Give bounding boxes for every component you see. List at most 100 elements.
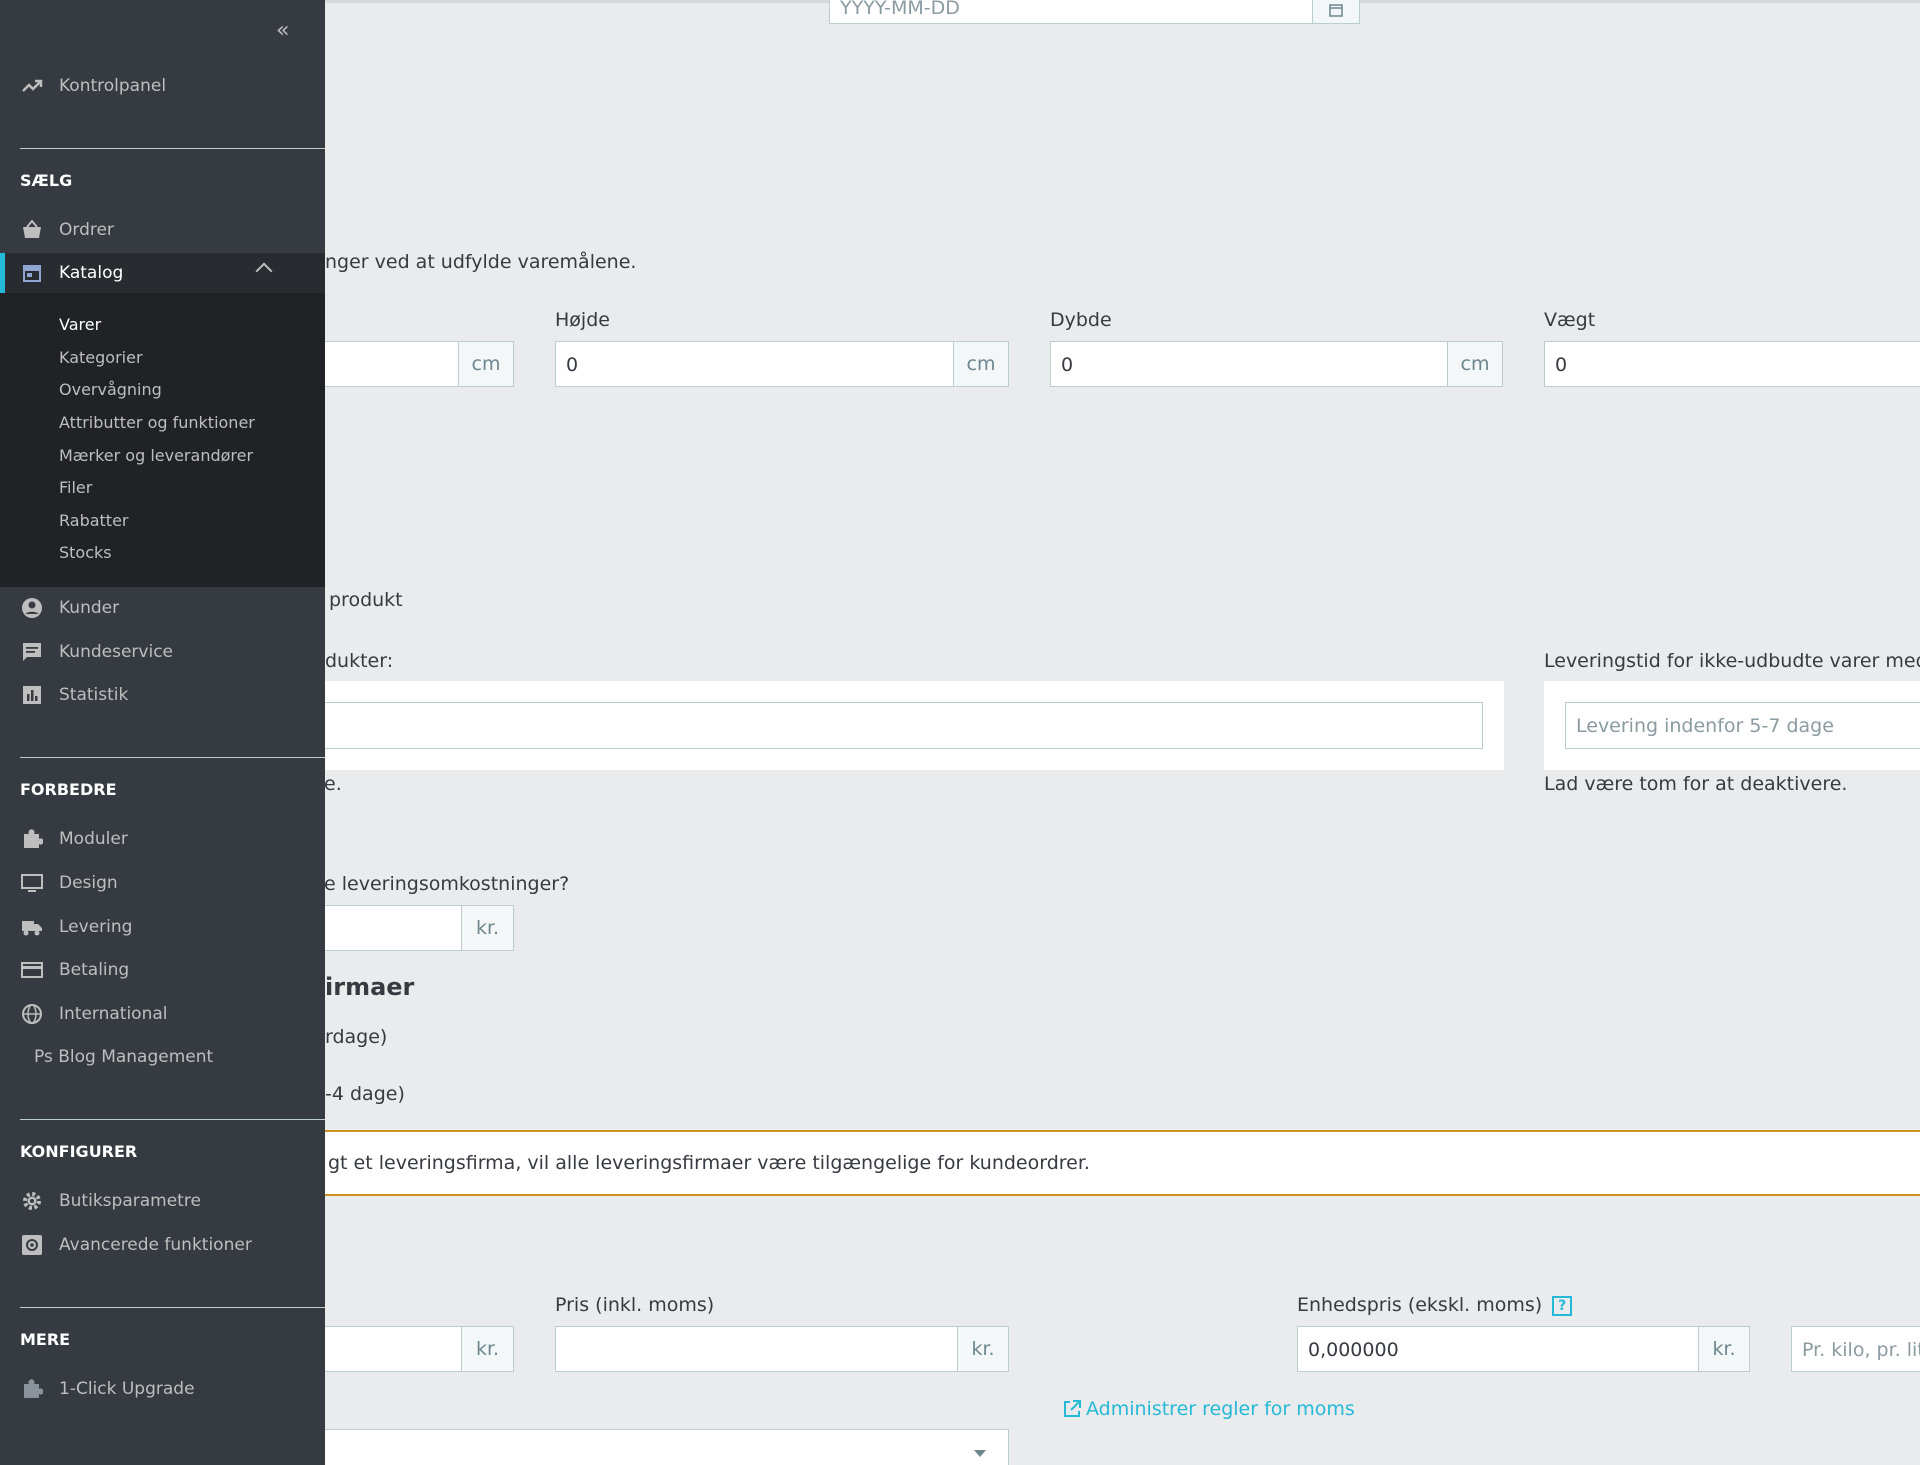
sidebar-item-international[interactable]: International [0, 994, 325, 1034]
submenu-item-discounts[interactable]: Rabatter [59, 511, 129, 530]
weight-label: Vægt [1544, 309, 1596, 331]
carriers-title: irmaer [325, 973, 415, 1001]
sidebar-item-label: Kundeservice [59, 642, 173, 662]
shipping-cost-currency: kr. [461, 905, 514, 951]
sidebar-item-label: Levering [59, 917, 133, 937]
basket-icon [20, 218, 44, 242]
carrier-option-1[interactable]: rdage) [325, 1026, 387, 1048]
unit-price-input[interactable]: 0,000000 [1297, 1326, 1699, 1372]
manage-tax-text: Administrer regler for moms [1086, 1398, 1355, 1420]
globe-icon [20, 1002, 44, 1026]
delivery-time-label: Leveringstid for ikke-udbudte varer med … [1544, 650, 1920, 672]
sidebar-divider [20, 1307, 325, 1308]
sidebar-item-label: Kontrolpanel [59, 76, 167, 96]
sidebar-item-customers[interactable]: Kunder [0, 588, 325, 628]
shipping-cost-label: e leveringsomkostninger? [324, 873, 570, 895]
sell-heading: SÆLG [20, 171, 73, 190]
date-placeholder: YYYY-MM-DD [840, 0, 960, 19]
carrier-warning-box: gt et leveringsfirma, vil alle leverings… [320, 1130, 1920, 1196]
unit-price-value: 0,000000 [1308, 1339, 1399, 1361]
submenu-item-products[interactable]: Varer [59, 315, 101, 334]
sidebar-divider [20, 1119, 325, 1120]
puzzle-icon [20, 827, 44, 851]
active-indicator [0, 253, 5, 293]
puzzle-icon [20, 1377, 44, 1401]
sidebar-item-shop-parameters[interactable]: Butiksparametre [0, 1181, 325, 1221]
sidebar-item-label: Ps Blog Management [34, 1047, 214, 1067]
date-input[interactable]: YYYY-MM-DD [829, 0, 1313, 24]
delivery-hint: Lad være tom for at deaktivere. [1544, 773, 1848, 795]
price-incl-input[interactable] [555, 1326, 958, 1372]
settings-box-icon [20, 1233, 44, 1257]
sidebar-item-customer-service[interactable]: Kundeservice [0, 632, 325, 672]
sidebar-item-label: Butiksparametre [59, 1191, 201, 1211]
carrier-warning-text: gt et leveringsfirma, vil alle leverings… [328, 1152, 1090, 1174]
truck-icon [20, 915, 44, 939]
price-incl-currency: kr. [957, 1326, 1009, 1372]
sidebar-item-label: Betaling [59, 960, 130, 980]
submenu-item-categories[interactable]: Kategorier [59, 348, 143, 367]
sidebar-item-modules[interactable]: Moduler [0, 819, 325, 859]
submenu-item-attributes[interactable]: Attributter og funktioner [59, 413, 255, 432]
products-label: dukter: [325, 650, 394, 672]
unit-price-label: Enhedspris (ekskl. moms) ? [1297, 1294, 1573, 1316]
products-hint: e. [324, 773, 342, 795]
account-circle-icon [20, 596, 44, 620]
gear-icon [20, 1189, 44, 1213]
sidebar-item-upgrade[interactable]: 1-Click Upgrade [0, 1369, 325, 1409]
sidebar-item-label: Moduler [59, 829, 128, 849]
sidebar-item-label: Avancerede funktioner [59, 1235, 252, 1255]
width-unit: cm [458, 341, 514, 387]
height-unit: cm [953, 341, 1009, 387]
sidebar-item-payment[interactable]: Betaling [0, 950, 325, 990]
delivery-time-input[interactable]: Levering indenfor 5-7 dage [1565, 702, 1920, 749]
sidebar-item-catalog[interactable]: Katalog [0, 253, 325, 293]
depth-label: Dybde [1050, 309, 1112, 331]
submenu-item-brands[interactable]: Mærker og leverandører [59, 446, 253, 465]
collapse-sidebar-icon[interactable]: « [276, 18, 289, 43]
catalog-submenu: Varer Kategorier Overvågning Attributter… [0, 293, 325, 587]
help-icon[interactable]: ? [1552, 1295, 1573, 1316]
store-icon [20, 261, 44, 285]
sidebar-divider [20, 757, 325, 758]
calendar-button[interactable] [1312, 0, 1360, 24]
sidebar-item-statistics[interactable]: Statistik [0, 675, 325, 715]
sidebar-item-label: Ordrer [59, 220, 114, 240]
submenu-item-monitoring[interactable]: Overvågning [59, 380, 162, 399]
weight-input[interactable]: 0 [1544, 341, 1920, 387]
price-incl-label: Pris (inkl. moms) [555, 1294, 715, 1316]
sidebar-item-orders[interactable]: Ordrer [0, 210, 325, 250]
unit-per-placeholder: Pr. kilo, pr. liter [1802, 1339, 1920, 1361]
price-excl-currency: kr. [461, 1326, 514, 1372]
calendar-icon [1329, 4, 1343, 17]
sidebar: « Kontrolpanel SÆLG Ordrer Katalog Varer… [0, 0, 325, 1465]
submenu-item-stocks[interactable]: Stocks [59, 543, 112, 562]
sidebar-item-label: International [59, 1004, 168, 1024]
tax-rule-select[interactable] [320, 1429, 1009, 1465]
sidebar-item-design[interactable]: Design [0, 863, 325, 903]
height-value: 0 [566, 354, 579, 376]
depth-unit: cm [1447, 341, 1503, 387]
sidebar-item-shipping[interactable]: Levering [0, 907, 325, 947]
unit-price-currency: kr. [1698, 1326, 1750, 1372]
sidebar-divider [20, 148, 325, 149]
unit-price-label-text: Enhedspris (ekskl. moms) [1297, 1294, 1543, 1316]
chat-icon [20, 640, 44, 664]
bar-chart-icon [20, 683, 44, 707]
external-link-icon [1064, 1400, 1081, 1417]
unit-per-input[interactable]: Pr. kilo, pr. liter [1791, 1326, 1920, 1372]
height-input[interactable]: 0 [555, 341, 954, 387]
carrier-option-2[interactable]: -4 dage) [325, 1083, 405, 1105]
credit-card-icon [20, 958, 44, 982]
submenu-item-files[interactable]: Filer [59, 478, 92, 497]
sidebar-item-blog[interactable]: Ps Blog Management [0, 1037, 325, 1077]
configure-heading: KONFIGURER [20, 1142, 138, 1161]
product-text: produkt [329, 589, 403, 611]
sidebar-item-label: Statistik [59, 685, 129, 705]
sidebar-item-dashboard[interactable]: Kontrolpanel [0, 66, 325, 106]
manage-tax-link[interactable]: Administrer regler for moms [1062, 1398, 1355, 1420]
depth-input[interactable]: 0 [1050, 341, 1448, 387]
products-delivery-input[interactable] [320, 702, 1483, 749]
sidebar-item-advanced[interactable]: Avancerede funktioner [0, 1225, 325, 1265]
sidebar-item-label: 1-Click Upgrade [59, 1379, 195, 1399]
